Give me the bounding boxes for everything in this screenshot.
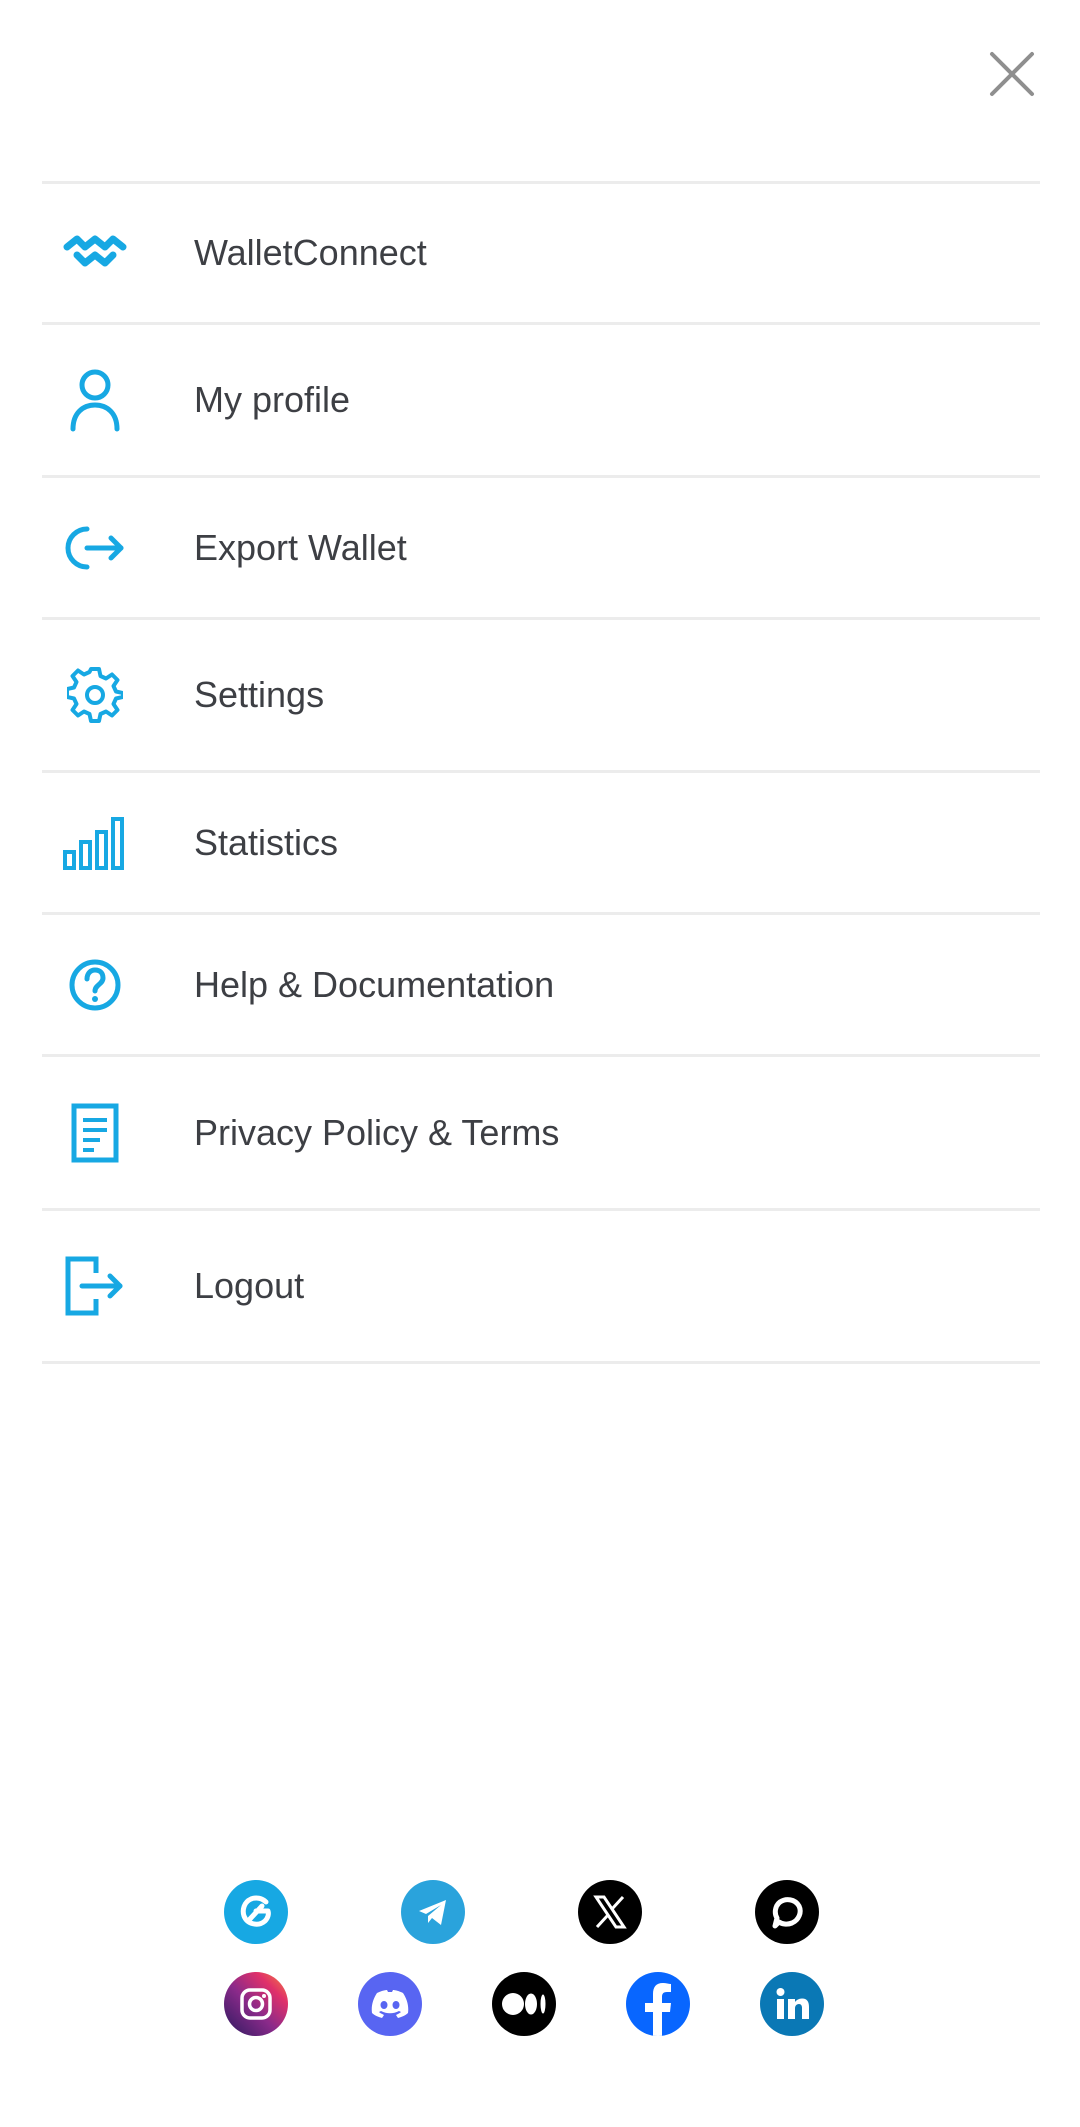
logout-icon xyxy=(60,1251,130,1321)
menu-item-help-documentation[interactable]: Help & Documentation xyxy=(42,915,1040,1057)
instagram-icon xyxy=(240,1988,272,2020)
main-menu: WalletConnect My profile Export Wallet S… xyxy=(42,181,1040,1364)
bar-chart-icon xyxy=(60,808,130,878)
x-link[interactable] xyxy=(578,1880,642,1944)
menu-item-logout[interactable]: Logout xyxy=(42,1211,1040,1364)
close-icon xyxy=(990,52,1034,96)
menu-screen: WalletConnect My profile Export Wallet S… xyxy=(0,0,1080,2127)
menu-item-export-wallet[interactable]: Export Wallet xyxy=(42,478,1040,620)
menu-item-label: Logout xyxy=(194,1265,305,1306)
linkedin-link[interactable] xyxy=(760,1972,824,2036)
close-button[interactable] xyxy=(982,44,1042,104)
walletconnect-icon xyxy=(60,218,130,288)
menu-item-label: My profile xyxy=(194,379,351,420)
menu-item-my-profile[interactable]: My profile xyxy=(42,325,1040,478)
x-icon xyxy=(593,1895,627,1929)
menu-item-label: Statistics xyxy=(194,821,339,863)
discord-icon xyxy=(371,1990,409,2018)
question-icon xyxy=(60,950,130,1020)
menu-item-label: Help & Documentation xyxy=(194,963,555,1005)
document-icon xyxy=(60,1098,130,1168)
menu-item-label: WalletConnect xyxy=(194,232,427,273)
discord-link[interactable] xyxy=(358,1972,422,2036)
guild-link[interactable] xyxy=(224,1880,288,1944)
facebook-link[interactable] xyxy=(626,1972,690,2036)
menu-item-settings[interactable]: Settings xyxy=(42,620,1040,773)
menu-item-statistics[interactable]: Statistics xyxy=(42,773,1040,915)
menu-item-privacy-policy-terms[interactable]: Privacy Policy & Terms xyxy=(42,1057,1040,1211)
medium-icon xyxy=(502,1993,546,2015)
gear-icon xyxy=(60,660,130,730)
user-icon xyxy=(60,365,130,435)
chat-link[interactable] xyxy=(755,1880,819,1944)
medium-link[interactable] xyxy=(492,1972,556,2036)
facebook-icon xyxy=(645,1983,671,2036)
telegram-icon xyxy=(419,1900,446,1925)
guild-icon xyxy=(240,1895,271,1927)
menu-item-label: Privacy Policy & Terms xyxy=(194,1111,560,1153)
instagram-link[interactable] xyxy=(224,1972,288,2036)
menu-item-walletconnect[interactable]: WalletConnect xyxy=(42,184,1040,325)
telegram-link[interactable] xyxy=(401,1880,465,1944)
export-icon xyxy=(60,513,130,583)
linkedin-icon xyxy=(776,1988,809,2019)
menu-item-label: Settings xyxy=(194,674,325,715)
menu-item-label: Export Wallet xyxy=(194,526,407,568)
chat-bubble-icon xyxy=(772,1897,803,1929)
